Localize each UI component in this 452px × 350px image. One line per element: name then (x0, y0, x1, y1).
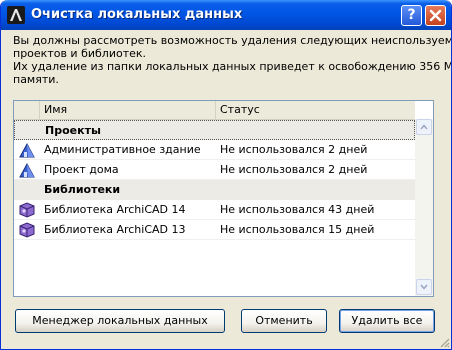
item-name: Административное здание (44, 143, 201, 156)
message-line: Их удаление из папки локальных данных пр… (13, 60, 452, 73)
message-line: Вы должны рассмотреть возможность удален… (13, 34, 452, 47)
delete-all-button[interactable]: Удалить все (339, 309, 435, 333)
close-button[interactable] (425, 5, 446, 26)
column-header-status[interactable]: Статус (216, 101, 415, 119)
info-message: Вы должны рассмотреть возможность удален… (13, 34, 452, 86)
scroll-down-button[interactable] (416, 279, 432, 295)
help-icon: ? (407, 7, 416, 23)
message-line: проектов и библиотек. (13, 47, 147, 60)
scroll-up-button[interactable] (416, 119, 432, 135)
chevron-up-icon (420, 124, 428, 130)
list-item[interactable]: Библиотека ArchiCAD 14 Не использовался … (14, 200, 415, 220)
message-line: памяти. (13, 73, 59, 86)
item-status: Не использовался 15 дней (220, 223, 375, 236)
item-status: Не использовался 43 дней (220, 203, 375, 216)
building-icon (19, 142, 35, 158)
local-data-manager-button[interactable]: Менеджер локальных данных (15, 309, 225, 333)
item-status: Не использовался 2 дней (220, 163, 368, 176)
help-button[interactable]: ? (401, 5, 422, 26)
item-name: Проект дома (44, 163, 119, 176)
cancel-button[interactable]: Отменить (241, 309, 327, 333)
item-status: Не использовался 2 дней (220, 143, 368, 156)
group-label: Библиотеки (44, 183, 121, 196)
close-icon (429, 9, 442, 22)
window-title: Очистка локальных данных (31, 7, 243, 22)
list-item[interactable]: Проект дома Не использовался 2 дней (14, 160, 415, 180)
item-name: Библиотека ArchiCAD 13 (44, 223, 186, 236)
group-row-libraries[interactable]: Библиотеки (14, 180, 415, 200)
list-item[interactable]: Библиотека ArchiCAD 13 Не использовался … (14, 220, 415, 240)
item-name: Библиотека ArchiCAD 14 (44, 203, 186, 216)
group-label: Проекты (45, 124, 101, 137)
column-header-icon[interactable] (14, 101, 40, 119)
building-icon (19, 162, 35, 178)
library-icon (19, 202, 35, 218)
list-item[interactable]: Административное здание Не использовался… (14, 140, 415, 160)
resize-grip-icon[interactable] (438, 336, 450, 348)
chevron-down-icon (420, 284, 428, 290)
dialog-window: Очистка локальных данных ? Вы должны рас… (0, 0, 452, 350)
title-bar[interactable]: Очистка локальных данных ? (1, 0, 451, 30)
library-icon (19, 222, 35, 238)
group-row-projects[interactable]: Проекты (14, 120, 415, 140)
unused-data-list[interactable]: Имя Статус Проекты Административное здан… (13, 100, 434, 297)
column-header-name[interactable]: Имя (40, 101, 216, 119)
archicad-app-icon (7, 6, 25, 24)
vertical-scrollbar[interactable] (415, 119, 433, 296)
list-header: Имя Статус (14, 101, 415, 120)
list-rows: Проекты Административное здание Не испол… (14, 120, 415, 240)
